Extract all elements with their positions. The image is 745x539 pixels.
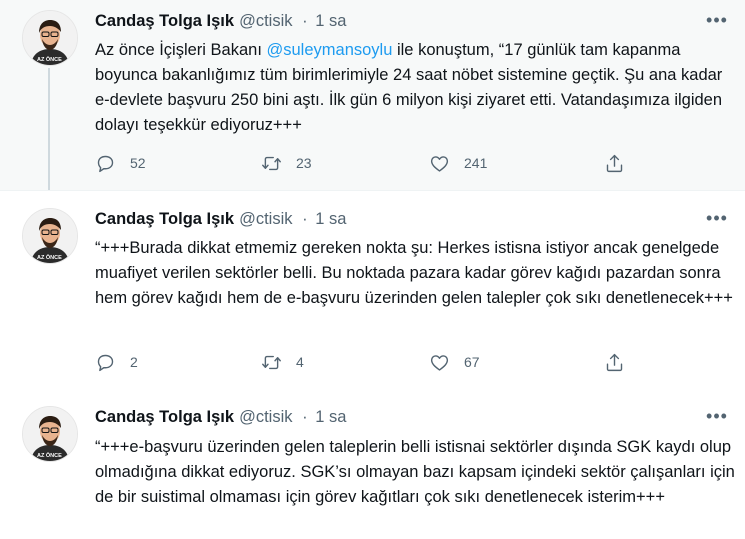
tweet-text: “+++Burada dikkat etmemiz gereken nokta …	[95, 239, 733, 307]
separator: ·	[302, 408, 308, 426]
share-button[interactable]	[604, 151, 625, 175]
avatar[interactable]: AZ ÖNCE	[22, 208, 78, 264]
tweet-time[interactable]: 1 sa	[315, 210, 346, 228]
like-count: 241	[464, 155, 488, 171]
avatar[interactable]: AZ ÖNCE	[22, 10, 78, 66]
reply-count: 52	[130, 155, 146, 171]
mention-link[interactable]: @suleymansoylu	[267, 41, 393, 59]
avatar-text-1: AZ ÖNCE	[37, 56, 62, 63]
author-handle[interactable]: @ctisik	[239, 12, 292, 30]
retweet-button[interactable]: 23	[261, 151, 312, 175]
separator: ·	[302, 12, 308, 30]
reply-count: 2	[130, 354, 138, 370]
tweet-header: Candaş Tolga Işık @ctisik · 1 sa	[95, 210, 346, 229]
tweet-actions: 2 4 67	[95, 350, 655, 374]
more-icon[interactable]: •••	[706, 208, 727, 228]
retweet-count: 23	[296, 155, 312, 171]
retweet-icon	[261, 153, 282, 174]
like-icon	[429, 153, 450, 174]
avatar-text-2: AZ ÖNCE	[37, 254, 62, 261]
tweet-text: “+++e-başvuru üzerinden gelen taleplerin…	[95, 438, 735, 506]
retweet-count: 4	[296, 354, 304, 370]
share-icon	[604, 352, 625, 373]
author-name[interactable]: Candaş Tolga Işık	[95, 210, 234, 228]
tweet-text: Az önce İçişleri Bakanı @suleymansoylu i…	[95, 38, 735, 138]
reply-button[interactable]: 2	[95, 350, 138, 374]
avatar[interactable]: AZ ÖNCE	[22, 406, 78, 462]
retweet-icon	[261, 352, 282, 373]
author-name[interactable]: Candaş Tolga Işık	[95, 408, 234, 426]
author-handle[interactable]: @ctisik	[239, 408, 292, 426]
tweet-time[interactable]: 1 sa	[315, 408, 346, 426]
like-icon	[429, 352, 450, 373]
reply-button[interactable]: 52	[95, 151, 146, 175]
tweet-actions: 52 23 241	[95, 151, 655, 175]
separator: ·	[302, 210, 308, 228]
tweet-header: Candaş Tolga Işık @ctisik · 1 sa	[95, 12, 346, 31]
tweet-text-before: Az önce İçişleri Bakanı	[95, 41, 267, 59]
tweet-time[interactable]: 1 sa	[315, 12, 346, 30]
avatar-text-3: AZ ÖNCE	[37, 452, 62, 459]
retweet-button[interactable]: 4	[261, 350, 304, 374]
thread-line	[48, 68, 50, 190]
author-name[interactable]: Candaş Tolga Işık	[95, 12, 234, 30]
tweet-header: Candaş Tolga Işık @ctisik · 1 sa	[95, 408, 346, 427]
share-icon	[604, 153, 625, 174]
reply-icon	[95, 352, 116, 373]
more-icon[interactable]: •••	[706, 406, 727, 426]
like-button[interactable]: 67	[429, 350, 480, 374]
like-button[interactable]: 241	[429, 151, 487, 175]
reply-icon	[95, 153, 116, 174]
share-button[interactable]	[604, 350, 625, 374]
like-count: 67	[464, 354, 480, 370]
author-handle[interactable]: @ctisik	[239, 210, 292, 228]
more-icon[interactable]: •••	[706, 10, 727, 30]
